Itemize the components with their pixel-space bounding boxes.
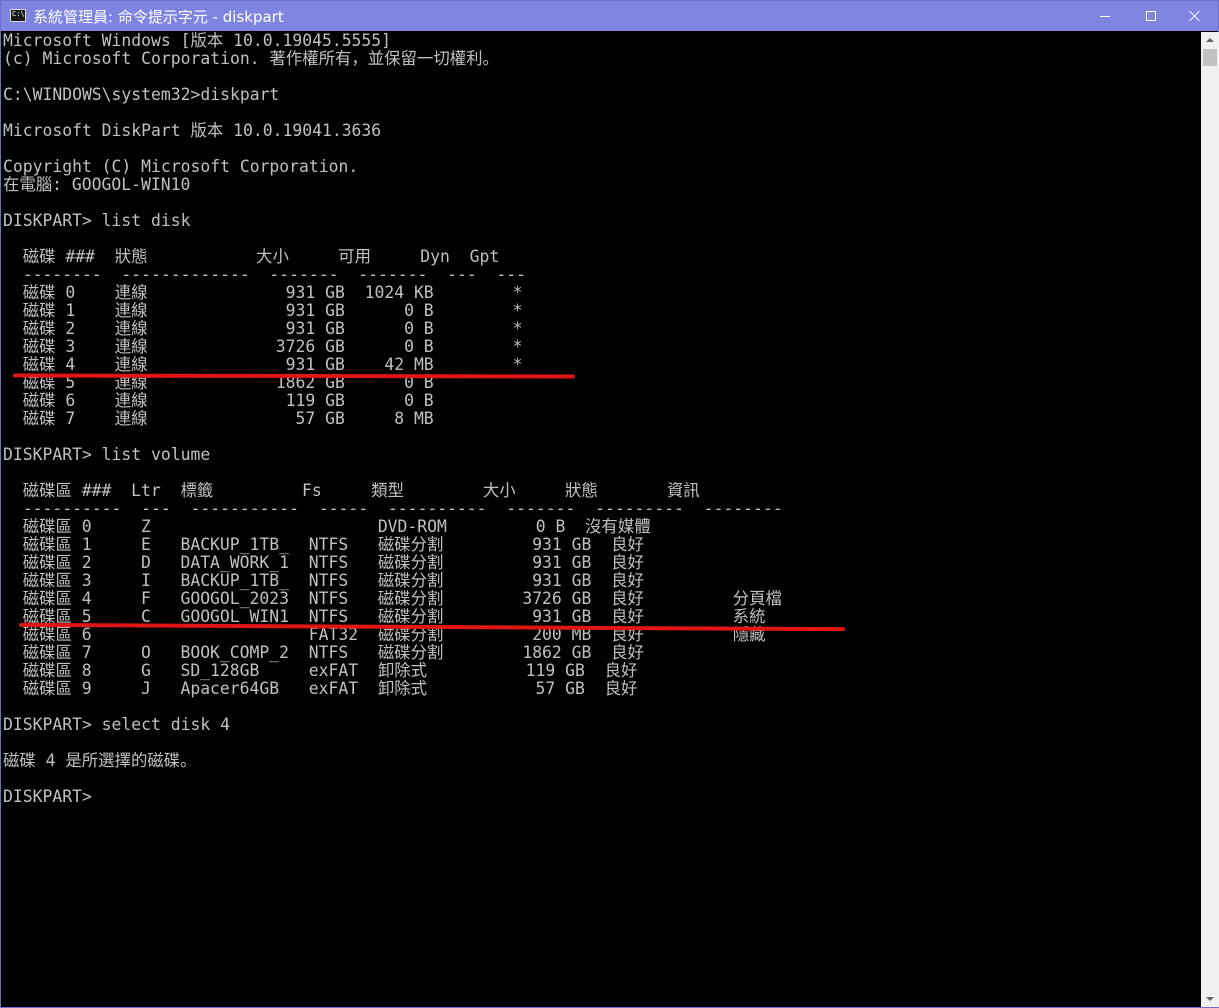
console-line: 磁碟區 0 Z DVD-ROM 0 B 沒有媒體 <box>3 517 651 536</box>
console-line: -------- ------------- ------- ------- -… <box>3 265 527 284</box>
console-line: 磁碟 0 連線 931 GB 1024 KB * <box>3 283 523 302</box>
console-line: Microsoft Windows [版本 10.0.19045.5555] <box>3 32 392 50</box>
window-title: 系統管理員: 命令提示字元 - diskpart <box>33 8 284 26</box>
console-line: 在電腦: GOOGOL-WIN10 <box>3 175 191 194</box>
console-line: 磁碟 2 連線 931 GB 0 B * <box>3 319 523 338</box>
console-line: 磁碟區 3 I BACKUP_1TB_ NTFS 磁碟分割 931 GB 良好 <box>3 571 644 590</box>
console-line: 磁碟區 ### Ltr 標籤 Fs 類型 大小 狀態 資訊 <box>3 481 700 500</box>
console-line: 磁碟區 4 F GOOGOL_2023 NTFS 磁碟分割 3726 GB 良好… <box>3 589 782 608</box>
scroll-down-arrow-icon[interactable] <box>1201 990 1219 1007</box>
console-line: DISKPART> list volume <box>3 445 211 464</box>
console-line: 磁碟 4 連線 931 GB 42 MB * <box>3 355 523 374</box>
minimize-button[interactable] <box>1082 1 1128 31</box>
console-line: 磁碟區 2 D DATA_WORK_1 NTFS 磁碟分割 931 GB 良好 <box>3 553 644 572</box>
scroll-up-arrow-icon[interactable] <box>1201 32 1219 49</box>
vertical-scrollbar[interactable] <box>1201 32 1219 1007</box>
maximize-icon <box>1146 11 1156 21</box>
console-line: 磁碟 ### 狀態 大小 可用 Dyn Gpt <box>3 247 500 266</box>
console-line: 磁碟區 8 G SD_128GB exFAT 卸除式 119 GB 良好 <box>3 661 638 680</box>
console-line: 磁碟區 7 O BOOK_COMP_2 NTFS 磁碟分割 1862 GB 良好 <box>3 643 644 662</box>
title-bar[interactable]: 系統管理員: 命令提示字元 - diskpart <box>1 1 1218 31</box>
console-window: 系統管理員: 命令提示字元 - diskpart Microsoft Windo… <box>0 0 1219 1008</box>
console-line: 磁碟 4 是所選擇的磁碟。 <box>3 751 197 770</box>
close-icon <box>1189 10 1201 22</box>
console-line: ---------- --- ----------- ----- -------… <box>3 499 783 518</box>
console-line: DISKPART> select disk 4 <box>3 715 230 734</box>
console-line: 磁碟 7 連線 57 GB 8 MB <box>3 409 434 428</box>
console-line: Microsoft DiskPart 版本 10.0.19041.3636 <box>3 121 382 140</box>
console-line: DISKPART> <box>3 787 92 806</box>
minimize-icon <box>1100 15 1110 17</box>
console-line: 磁碟區 9 J Apacer64GB exFAT 卸除式 57 GB 良好 <box>3 679 638 698</box>
console-line: DISKPART> list disk <box>3 211 191 230</box>
console-output[interactable]: Microsoft Windows [版本 10.0.19045.5555] (… <box>2 32 1201 1007</box>
console-line: 磁碟區 1 E BACKUP_1TB_ NTFS 磁碟分割 931 GB 良好 <box>3 535 644 554</box>
console-line: Copyright (C) Microsoft Corporation. <box>3 157 359 176</box>
console-line: 磁碟 6 連線 119 GB 0 B <box>3 391 434 410</box>
cmd-icon[interactable] <box>10 9 26 22</box>
console-line: 磁碟 3 連線 3726 GB 0 B * <box>3 337 523 356</box>
scroll-thumb[interactable] <box>1203 49 1217 66</box>
console-line: C:\WINDOWS\system32>diskpart <box>3 85 280 104</box>
maximize-button[interactable] <box>1128 1 1174 31</box>
console-line: 磁碟 1 連線 931 GB 0 B * <box>3 301 523 320</box>
console-line: (c) Microsoft Corporation. 著作權所有，並保留一切權利… <box>3 49 499 68</box>
close-button[interactable] <box>1172 1 1218 31</box>
